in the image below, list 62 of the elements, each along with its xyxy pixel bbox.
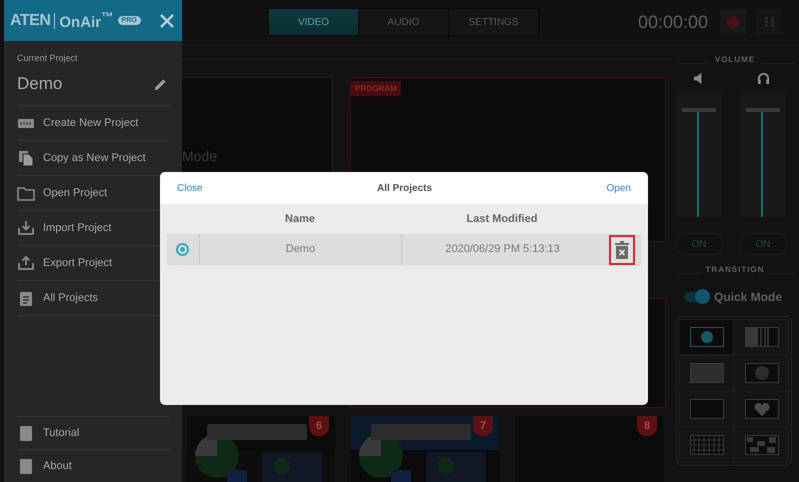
radial-transition-icon xyxy=(744,363,778,383)
pencil-icon[interactable] xyxy=(154,78,167,90)
source-tile[interactable]: 7 xyxy=(351,416,499,482)
transition-option[interactable] xyxy=(734,355,789,391)
menu-icon xyxy=(17,255,35,271)
source-tile[interactable]: 8 xyxy=(515,416,663,482)
transition-option[interactable] xyxy=(679,391,734,427)
tab[interactable]: AUDIO xyxy=(359,9,449,35)
source-number-badge: 7 xyxy=(473,416,493,436)
channel-on-button[interactable]: ON xyxy=(740,233,786,255)
transition-option[interactable] xyxy=(679,355,734,391)
column-header: Name xyxy=(284,213,316,225)
transition-option[interactable] xyxy=(679,427,734,463)
section-title: VOLUME xyxy=(710,55,760,65)
tab[interactable]: VIDEO xyxy=(269,9,359,35)
timer: 00:00:00 xyxy=(638,12,708,32)
source-number-badge: 6 xyxy=(309,416,329,436)
delete-button[interactable] xyxy=(609,234,636,264)
brand-logo: ATEN xyxy=(10,12,50,30)
column-header: Last Modified xyxy=(466,213,538,225)
section-label: Current Project xyxy=(17,53,79,63)
toggle-label: Quick Mode xyxy=(714,290,782,304)
table-cell-text: 2020/06/29 PM 5:13:13 xyxy=(444,242,561,257)
close-link[interactable]: Close xyxy=(177,182,203,194)
book-icon xyxy=(17,458,35,474)
headphones-icon xyxy=(756,72,770,85)
channel-on-button[interactable]: ON xyxy=(676,233,722,255)
product-name: OnAir$^{™}$ xyxy=(59,10,114,31)
transition-option[interactable] xyxy=(734,319,789,355)
menu-icon xyxy=(17,150,35,166)
menu-icon xyxy=(17,220,35,236)
table-cell: Demo xyxy=(200,234,402,265)
record-button[interactable] xyxy=(720,9,746,35)
plain-transition-icon xyxy=(690,399,724,419)
tab[interactable]: SETTINGS xyxy=(449,9,539,35)
transition-option[interactable] xyxy=(734,427,789,463)
dots-transition-icon xyxy=(690,363,724,383)
dialog-title: All Projects xyxy=(377,182,432,194)
noise-transition-icon xyxy=(744,435,778,455)
bars-transition-icon xyxy=(744,327,778,347)
volume-slider[interactable] xyxy=(740,91,786,217)
menu-icon xyxy=(17,185,35,201)
toggle-switch[interactable] xyxy=(684,292,708,302)
open-link[interactable]: Open xyxy=(606,182,631,194)
trash-icon xyxy=(615,240,630,258)
project-row[interactable]: Demo 2020/06/29 PM 5:13:13 xyxy=(167,234,641,265)
transition-option[interactable] xyxy=(679,319,734,355)
book-icon xyxy=(17,425,35,441)
project-name: Demo xyxy=(17,74,62,94)
section-title: TRANSITION xyxy=(700,265,770,275)
volume-slider[interactable] xyxy=(676,91,722,217)
transition-option[interactable] xyxy=(734,391,789,427)
menu-item[interactable]: Tutorial xyxy=(17,416,169,449)
menu-item[interactable]: About xyxy=(17,449,169,482)
circle-transition-icon xyxy=(690,327,724,347)
heart-transition-icon xyxy=(744,399,778,419)
close-icon[interactable] xyxy=(160,14,174,28)
menu-item[interactable]: Create New Project xyxy=(17,106,169,141)
source-number-badge: 8 xyxy=(637,416,657,436)
grid-transition-icon xyxy=(690,435,724,455)
menu-icon xyxy=(17,290,35,306)
radio-button[interactable] xyxy=(176,243,190,256)
